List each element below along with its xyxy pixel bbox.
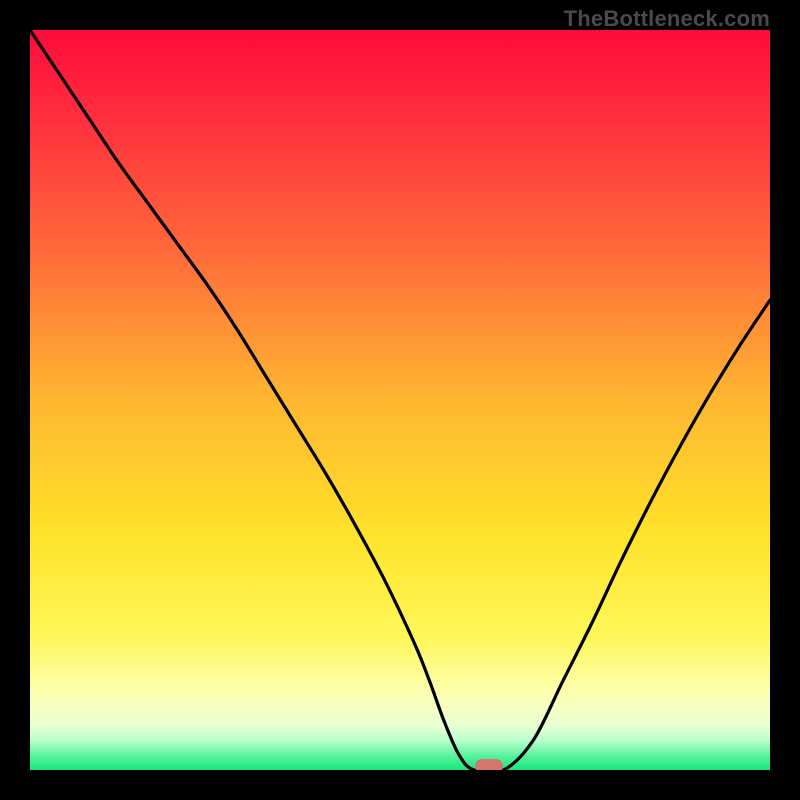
- plot-area: [30, 30, 770, 770]
- watermark-text: TheBottleneck.com: [564, 6, 770, 32]
- bottleneck-curve: [30, 30, 770, 770]
- chart-frame: TheBottleneck.com: [0, 0, 800, 800]
- optimal-marker: [475, 759, 503, 770]
